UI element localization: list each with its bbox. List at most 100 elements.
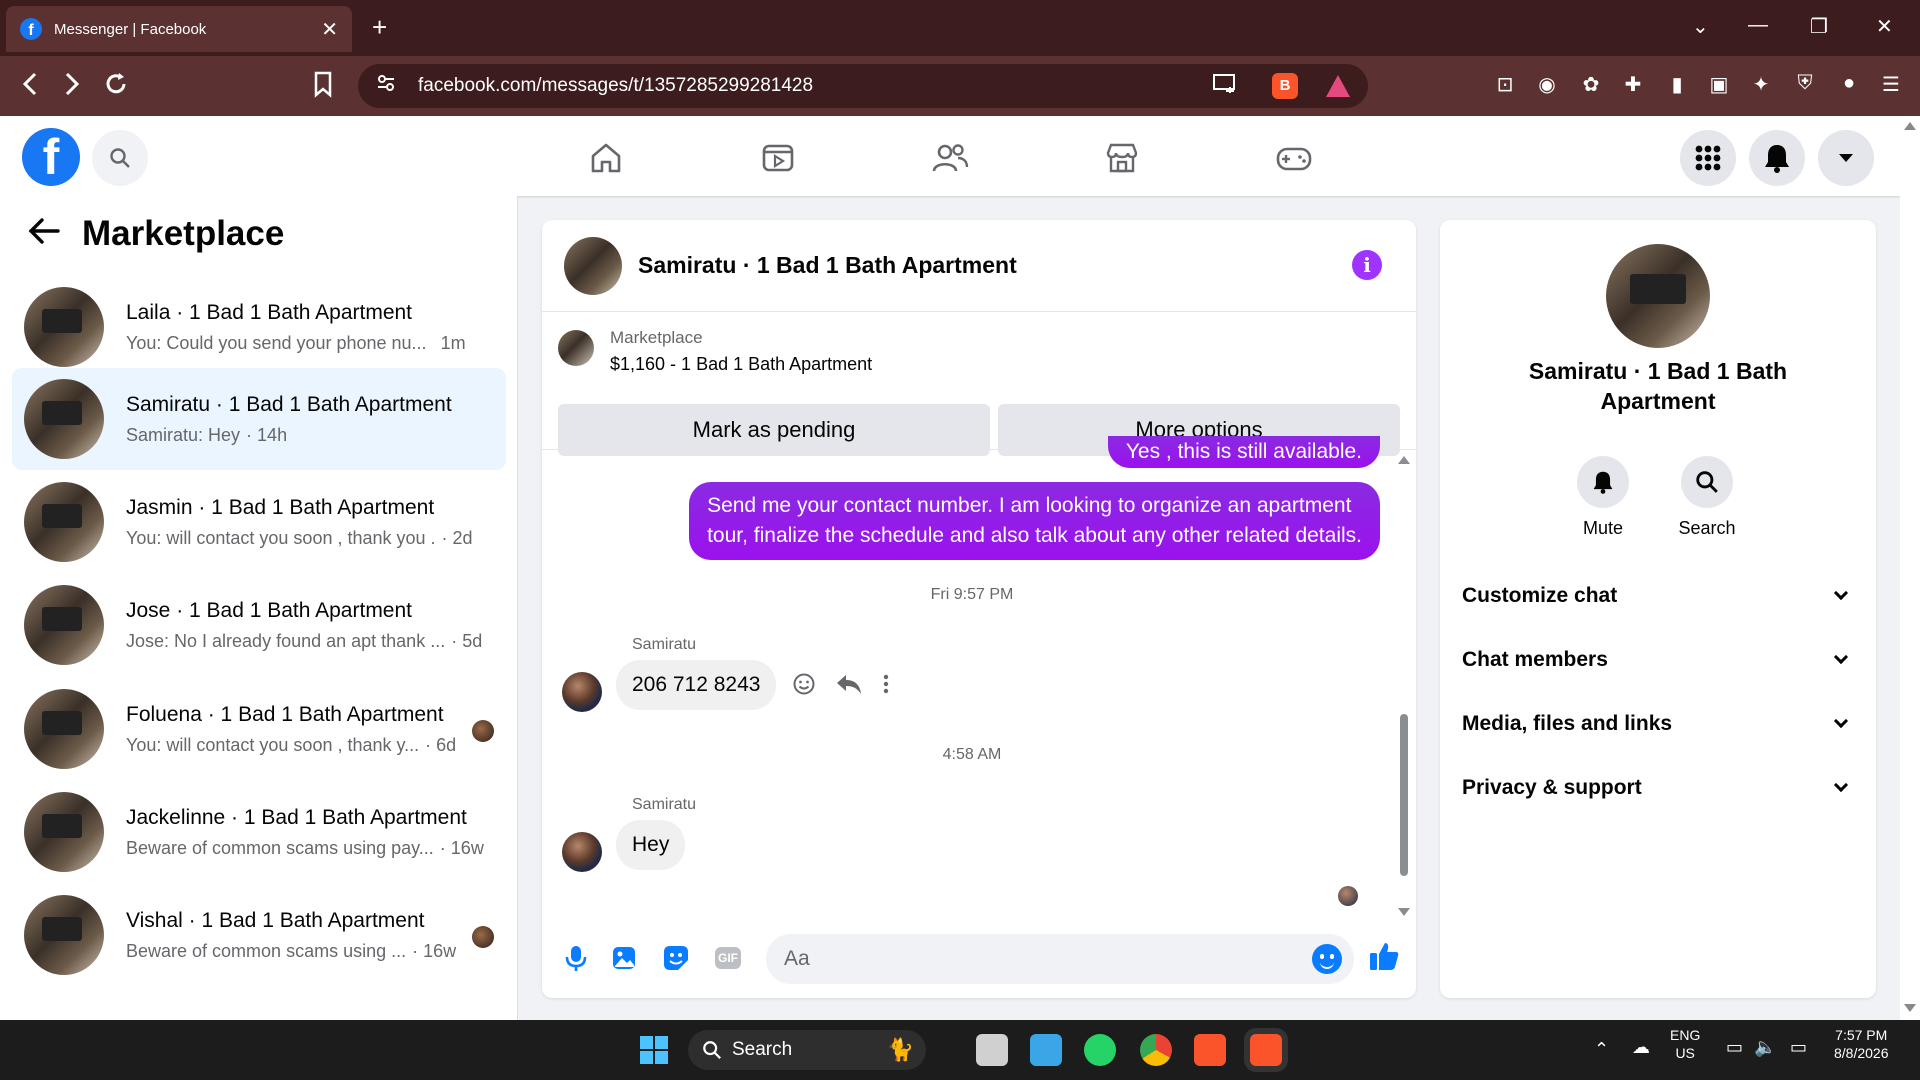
more-vertical-icon[interactable] (882, 673, 890, 695)
battery-icon[interactable]: ▭ (1790, 1038, 1807, 1056)
language-indicator[interactable]: ENG US (1670, 1026, 1700, 1062)
password-icon[interactable]: ⊡ (1492, 72, 1518, 98)
minimize-icon[interactable]: — (1748, 14, 1768, 37)
back-arrow-icon[interactable] (28, 215, 60, 254)
scroll-down-icon[interactable] (1904, 1004, 1916, 1012)
back-icon[interactable] (20, 70, 40, 105)
customize-chat-item[interactable]: Customize chat (1462, 574, 1854, 618)
scroll-down-icon[interactable] (1398, 908, 1410, 916)
gaming-icon[interactable] (1270, 134, 1318, 182)
vpn-shield-icon[interactable]: ⛨ (1792, 72, 1818, 98)
forward-icon[interactable] (62, 70, 82, 105)
conversation-item-jasmin[interactable]: Jasmin · 1 Bad 1 Bath Apartment You: wil… (12, 471, 506, 573)
scroll-up-icon[interactable] (1398, 456, 1410, 464)
bookmark-icon[interactable] (312, 70, 334, 105)
video-icon[interactable] (754, 134, 802, 182)
profile-avatar[interactable] (1606, 244, 1710, 348)
sender-avatar[interactable] (562, 832, 602, 872)
friends-icon[interactable] (926, 134, 974, 182)
network-icon[interactable]: ▭ (1726, 1038, 1743, 1056)
whatsapp-icon[interactable] (1084, 1034, 1116, 1066)
scroll-up-icon[interactable] (1904, 122, 1916, 130)
facebook-logo-icon[interactable]: f (22, 128, 80, 186)
new-tab-icon[interactable]: + (372, 12, 387, 43)
close-window-icon[interactable]: ✕ (1876, 14, 1893, 39)
notepad-icon[interactable] (1030, 1034, 1062, 1066)
conversation-item-vishal[interactable]: Vishal · 1 Bad 1 Bath Apartment Beware o… (12, 884, 506, 986)
brave-rewards-icon[interactable] (1326, 75, 1350, 97)
chrome-icon[interactable] (1140, 1034, 1172, 1066)
sidebar-toggle-icon[interactable]: ▮ (1664, 72, 1690, 98)
message-input-box[interactable] (766, 934, 1354, 984)
home-icon[interactable] (582, 134, 630, 182)
incoming-message[interactable]: 206 712 8243 (616, 660, 777, 710)
outgoing-message[interactable]: Yes , this is still available. (1107, 436, 1380, 468)
info-icon[interactable]: i (1352, 250, 1382, 280)
cast-icon[interactable] (1212, 72, 1238, 100)
onedrive-icon[interactable]: ☁ (1632, 1038, 1650, 1056)
conversation-time: · 14h (246, 424, 288, 445)
chat-scrollbar[interactable] (1398, 450, 1410, 920)
reload-icon[interactable] (102, 70, 130, 105)
react-emoji-icon[interactable] (792, 672, 816, 696)
brave-icon[interactable] (1194, 1034, 1226, 1066)
marketplace-icon[interactable] (1098, 134, 1146, 182)
conversation-item-jackelinne[interactable]: Jackelinne · 1 Bad 1 Bath Apartment Bewa… (12, 781, 506, 883)
media-files-links-item[interactable]: Media, files and links (1462, 702, 1854, 746)
chat-title[interactable]: Samiratu · 1 Bad 1 Bath Apartment (638, 252, 1017, 279)
search-conversation-button[interactable]: Search (1662, 456, 1752, 539)
tray-chevron-icon[interactable]: ⌃ (1594, 1040, 1609, 1058)
page-scrollbar[interactable] (1900, 116, 1920, 1020)
leo-ai-icon[interactable]: ✦ (1748, 72, 1774, 98)
message-input[interactable] (766, 934, 1266, 984)
address-bar[interactable]: facebook.com/messages/t/1357285299281428… (358, 64, 1368, 108)
mark-as-pending-button[interactable]: Mark as pending (558, 404, 990, 456)
wallet-icon[interactable]: ▣ (1706, 72, 1732, 98)
task-view-icon[interactable] (976, 1034, 1008, 1066)
conversation-item-jose[interactable]: Jose · 1 Bad 1 Bath Apartment Jose: No I… (12, 574, 506, 676)
menu-grid-button[interactable] (1680, 130, 1736, 186)
browser-tab[interactable]: f Messenger | Facebook ✕ (6, 6, 352, 52)
emoji-icon[interactable] (1312, 944, 1342, 974)
extensions-puzzle-icon[interactable]: ✚ (1620, 72, 1646, 98)
cookie-icon[interactable]: ✿ (1578, 72, 1604, 98)
conversation-item-foluena[interactable]: Foluena · 1 Bad 1 Bath Apartment You: wi… (12, 678, 506, 780)
photo-icon[interactable] (608, 942, 640, 974)
tab-close-icon[interactable]: ✕ (321, 17, 338, 42)
volume-icon[interactable]: 🔈 (1754, 1038, 1776, 1056)
brave-active-icon[interactable] (1250, 1034, 1282, 1066)
incoming-message[interactable]: Hey (616, 820, 686, 870)
mute-button[interactable]: Mute (1558, 456, 1648, 539)
reply-icon[interactable] (836, 673, 862, 695)
extension-circle-icon[interactable]: ◉ (1534, 72, 1560, 98)
profile-icon[interactable]: ● (1836, 72, 1862, 98)
read-receipt-avatar (472, 720, 494, 742)
listing-title[interactable]: $1,160 - 1 Bad 1 Bath Apartment (610, 354, 872, 375)
thumbs-up-icon[interactable] (1368, 940, 1400, 972)
brave-shields-icon[interactable]: B (1272, 73, 1298, 99)
clock[interactable]: 7:57 PM 8/8/2026 (1834, 1026, 1889, 1062)
taskbar-search[interactable]: Search 🐈 (688, 1030, 926, 1070)
windows-start-icon[interactable] (640, 1036, 668, 1064)
menu-icon[interactable]: ☰ (1878, 72, 1904, 98)
facebook-search-button[interactable] (92, 130, 148, 186)
sender-avatar[interactable] (562, 672, 602, 712)
tab-search-chevron-icon[interactable]: ⌄ (1692, 14, 1709, 39)
scrollbar-thumb[interactable] (1400, 714, 1408, 876)
account-menu-button[interactable] (1818, 130, 1874, 186)
conversation-name: Samiratu · 1 Bad 1 Bath Apartment (126, 392, 452, 416)
outgoing-message[interactable]: Send me your contact number. I am lookin… (689, 482, 1380, 560)
listing-thumbnail[interactable] (558, 330, 594, 366)
chat-members-item[interactable]: Chat members (1462, 638, 1854, 682)
site-settings-icon[interactable] (376, 73, 396, 99)
avatar (24, 482, 104, 562)
sticker-icon[interactable] (660, 942, 692, 974)
privacy-support-item[interactable]: Privacy & support (1462, 766, 1854, 810)
restore-icon[interactable]: ❐ (1810, 14, 1828, 39)
conversation-item-laila[interactable]: Laila · 1 Bad 1 Bath Apartment You: Coul… (12, 276, 506, 378)
chat-avatar[interactable] (564, 236, 622, 295)
notifications-button[interactable] (1749, 130, 1805, 186)
conversation-item-samiratu[interactable]: Samiratu · 1 Bad 1 Bath Apartment Samira… (12, 368, 506, 470)
microphone-icon[interactable] (560, 942, 592, 974)
gif-icon[interactable]: GIF (712, 942, 744, 974)
